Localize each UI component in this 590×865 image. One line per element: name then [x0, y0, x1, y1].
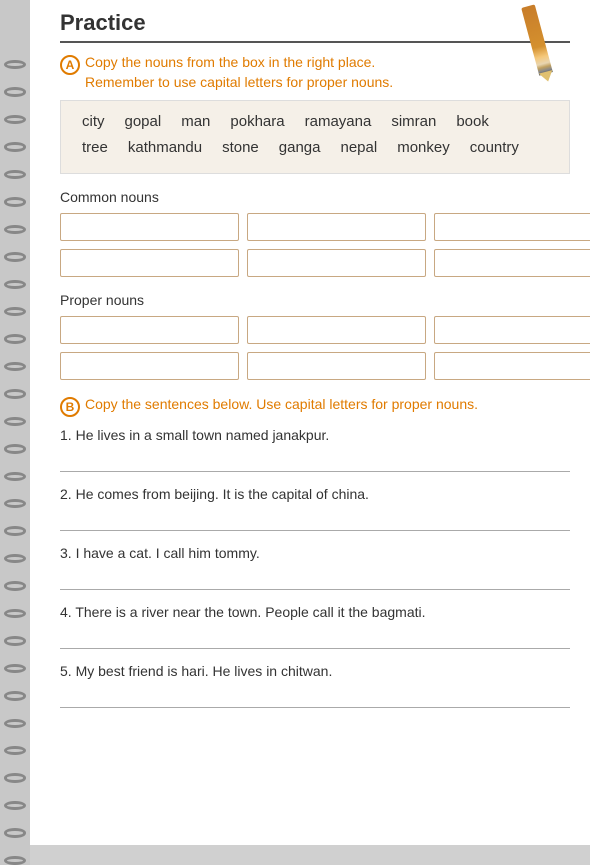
proper-nouns-label: Proper nouns: [60, 292, 570, 308]
word-monkey: monkey: [391, 137, 456, 158]
word-row-2: tree kathmandu stone ganga nepal monkey …: [76, 137, 554, 158]
proper-noun-input-2[interactable]: [247, 316, 426, 344]
common-nouns-row-1: [60, 213, 570, 241]
sentence-4-text: 4. There is a river near the town. Peopl…: [60, 602, 570, 623]
spiral-binding: [0, 0, 30, 865]
word-gopal: gopal: [119, 111, 168, 132]
word-pokhara: pokhara: [224, 111, 290, 132]
word-box: city gopal man pokhara ramayana simran b…: [60, 100, 570, 174]
section-a-header: A Copy the nouns from the box in the rig…: [60, 53, 570, 92]
spiral-ring: [4, 499, 26, 508]
common-nouns-section: Common nouns: [60, 189, 570, 277]
spiral-ring: [4, 691, 26, 700]
spiral-ring: [4, 636, 26, 645]
proper-noun-input-7[interactable]: [434, 352, 590, 380]
sentence-3-line: [60, 570, 570, 590]
sentence-3: 3. I have a cat. I call him tommy.: [60, 543, 570, 590]
spiral-ring: [4, 801, 26, 810]
sentence-1-line: [60, 452, 570, 472]
proper-nouns-section: Proper nouns: [60, 292, 570, 380]
sentence-5-text: 5. My best friend is hari. He lives in c…: [60, 661, 570, 682]
sentence-2-text: 2. He comes from beijing. It is the capi…: [60, 484, 570, 505]
section-b-circle: B: [60, 397, 80, 417]
page-title: Practice: [60, 10, 146, 36]
spiral-ring: [4, 389, 26, 398]
word-row-1: city gopal man pokhara ramayana simran b…: [76, 111, 554, 132]
proper-noun-input-5[interactable]: [60, 352, 239, 380]
spiral-ring: [4, 746, 26, 755]
word-city: city: [76, 111, 111, 132]
spiral-ring: [4, 362, 26, 371]
word-ramayana: ramayana: [299, 111, 378, 132]
spiral-ring: [4, 856, 26, 865]
proper-noun-input-3[interactable]: [434, 316, 590, 344]
word-stone: stone: [216, 137, 265, 158]
pencil-decoration: [510, 0, 570, 80]
proper-noun-input-1[interactable]: [60, 316, 239, 344]
section-b: B Copy the sentences below. Use capital …: [60, 395, 570, 708]
spiral-ring: [4, 170, 26, 179]
spiral-ring: [4, 252, 26, 261]
sentence-4-line: [60, 629, 570, 649]
common-noun-input-6[interactable]: [247, 249, 426, 277]
word-nepal: nepal: [335, 137, 384, 158]
spiral-ring: [4, 828, 26, 837]
spiral-ring: [4, 581, 26, 590]
sentence-3-text: 3. I have a cat. I call him tommy.: [60, 543, 570, 564]
spiral-ring: [4, 87, 26, 96]
spiral-ring: [4, 307, 26, 316]
proper-nouns-row-2: [60, 352, 443, 380]
common-noun-input-2[interactable]: [247, 213, 426, 241]
word-country: country: [464, 137, 525, 158]
word-ganga: ganga: [273, 137, 327, 158]
section-a-instruction: Copy the nouns from the box in the right…: [85, 53, 393, 92]
word-book: book: [450, 111, 495, 132]
spiral-ring: [4, 280, 26, 289]
common-nouns-row-2: [60, 249, 443, 277]
spiral-ring: [4, 115, 26, 124]
common-noun-input-1[interactable]: [60, 213, 239, 241]
spiral-ring: [4, 719, 26, 728]
word-kathmandu: kathmandu: [122, 137, 208, 158]
common-noun-input-3[interactable]: [434, 213, 590, 241]
spiral-ring: [4, 554, 26, 563]
word-man: man: [175, 111, 216, 132]
common-noun-input-7[interactable]: [434, 249, 590, 277]
section-b-header: B Copy the sentences below. Use capital …: [60, 395, 570, 417]
sentence-2-line: [60, 511, 570, 531]
proper-nouns-row-1: [60, 316, 570, 344]
spiral-ring: [4, 225, 26, 234]
spiral-ring: [4, 526, 26, 535]
proper-noun-input-6[interactable]: [247, 352, 426, 380]
spiral-ring: [4, 664, 26, 673]
word-tree: tree: [76, 137, 114, 158]
spiral-ring: [4, 60, 26, 69]
common-noun-input-5[interactable]: [60, 249, 239, 277]
pencil-icon: [521, 4, 553, 75]
sentence-1: 1. He lives in a small town named janakp…: [60, 425, 570, 472]
spiral-ring: [4, 472, 26, 481]
page-header: Practice: [60, 10, 570, 43]
word-simran: simran: [385, 111, 442, 132]
sentence-2: 2. He comes from beijing. It is the capi…: [60, 484, 570, 531]
spiral-ring: [4, 773, 26, 782]
spiral-ring: [4, 444, 26, 453]
spiral-ring: [4, 609, 26, 618]
section-a-circle: A: [60, 55, 80, 75]
section-b-instruction: Copy the sentences below. Use capital le…: [85, 395, 478, 415]
spiral-ring: [4, 417, 26, 426]
spiral-ring: [4, 197, 26, 206]
sentence-5-line: [60, 688, 570, 708]
page-content: Practice A Copy the nouns from the box i…: [30, 0, 590, 845]
spiral-ring: [4, 334, 26, 343]
common-nouns-label: Common nouns: [60, 189, 570, 205]
sentence-4: 4. There is a river near the town. Peopl…: [60, 602, 570, 649]
sentence-1-text: 1. He lives in a small town named janakp…: [60, 425, 570, 446]
sentence-5: 5. My best friend is hari. He lives in c…: [60, 661, 570, 708]
spiral-ring: [4, 142, 26, 151]
